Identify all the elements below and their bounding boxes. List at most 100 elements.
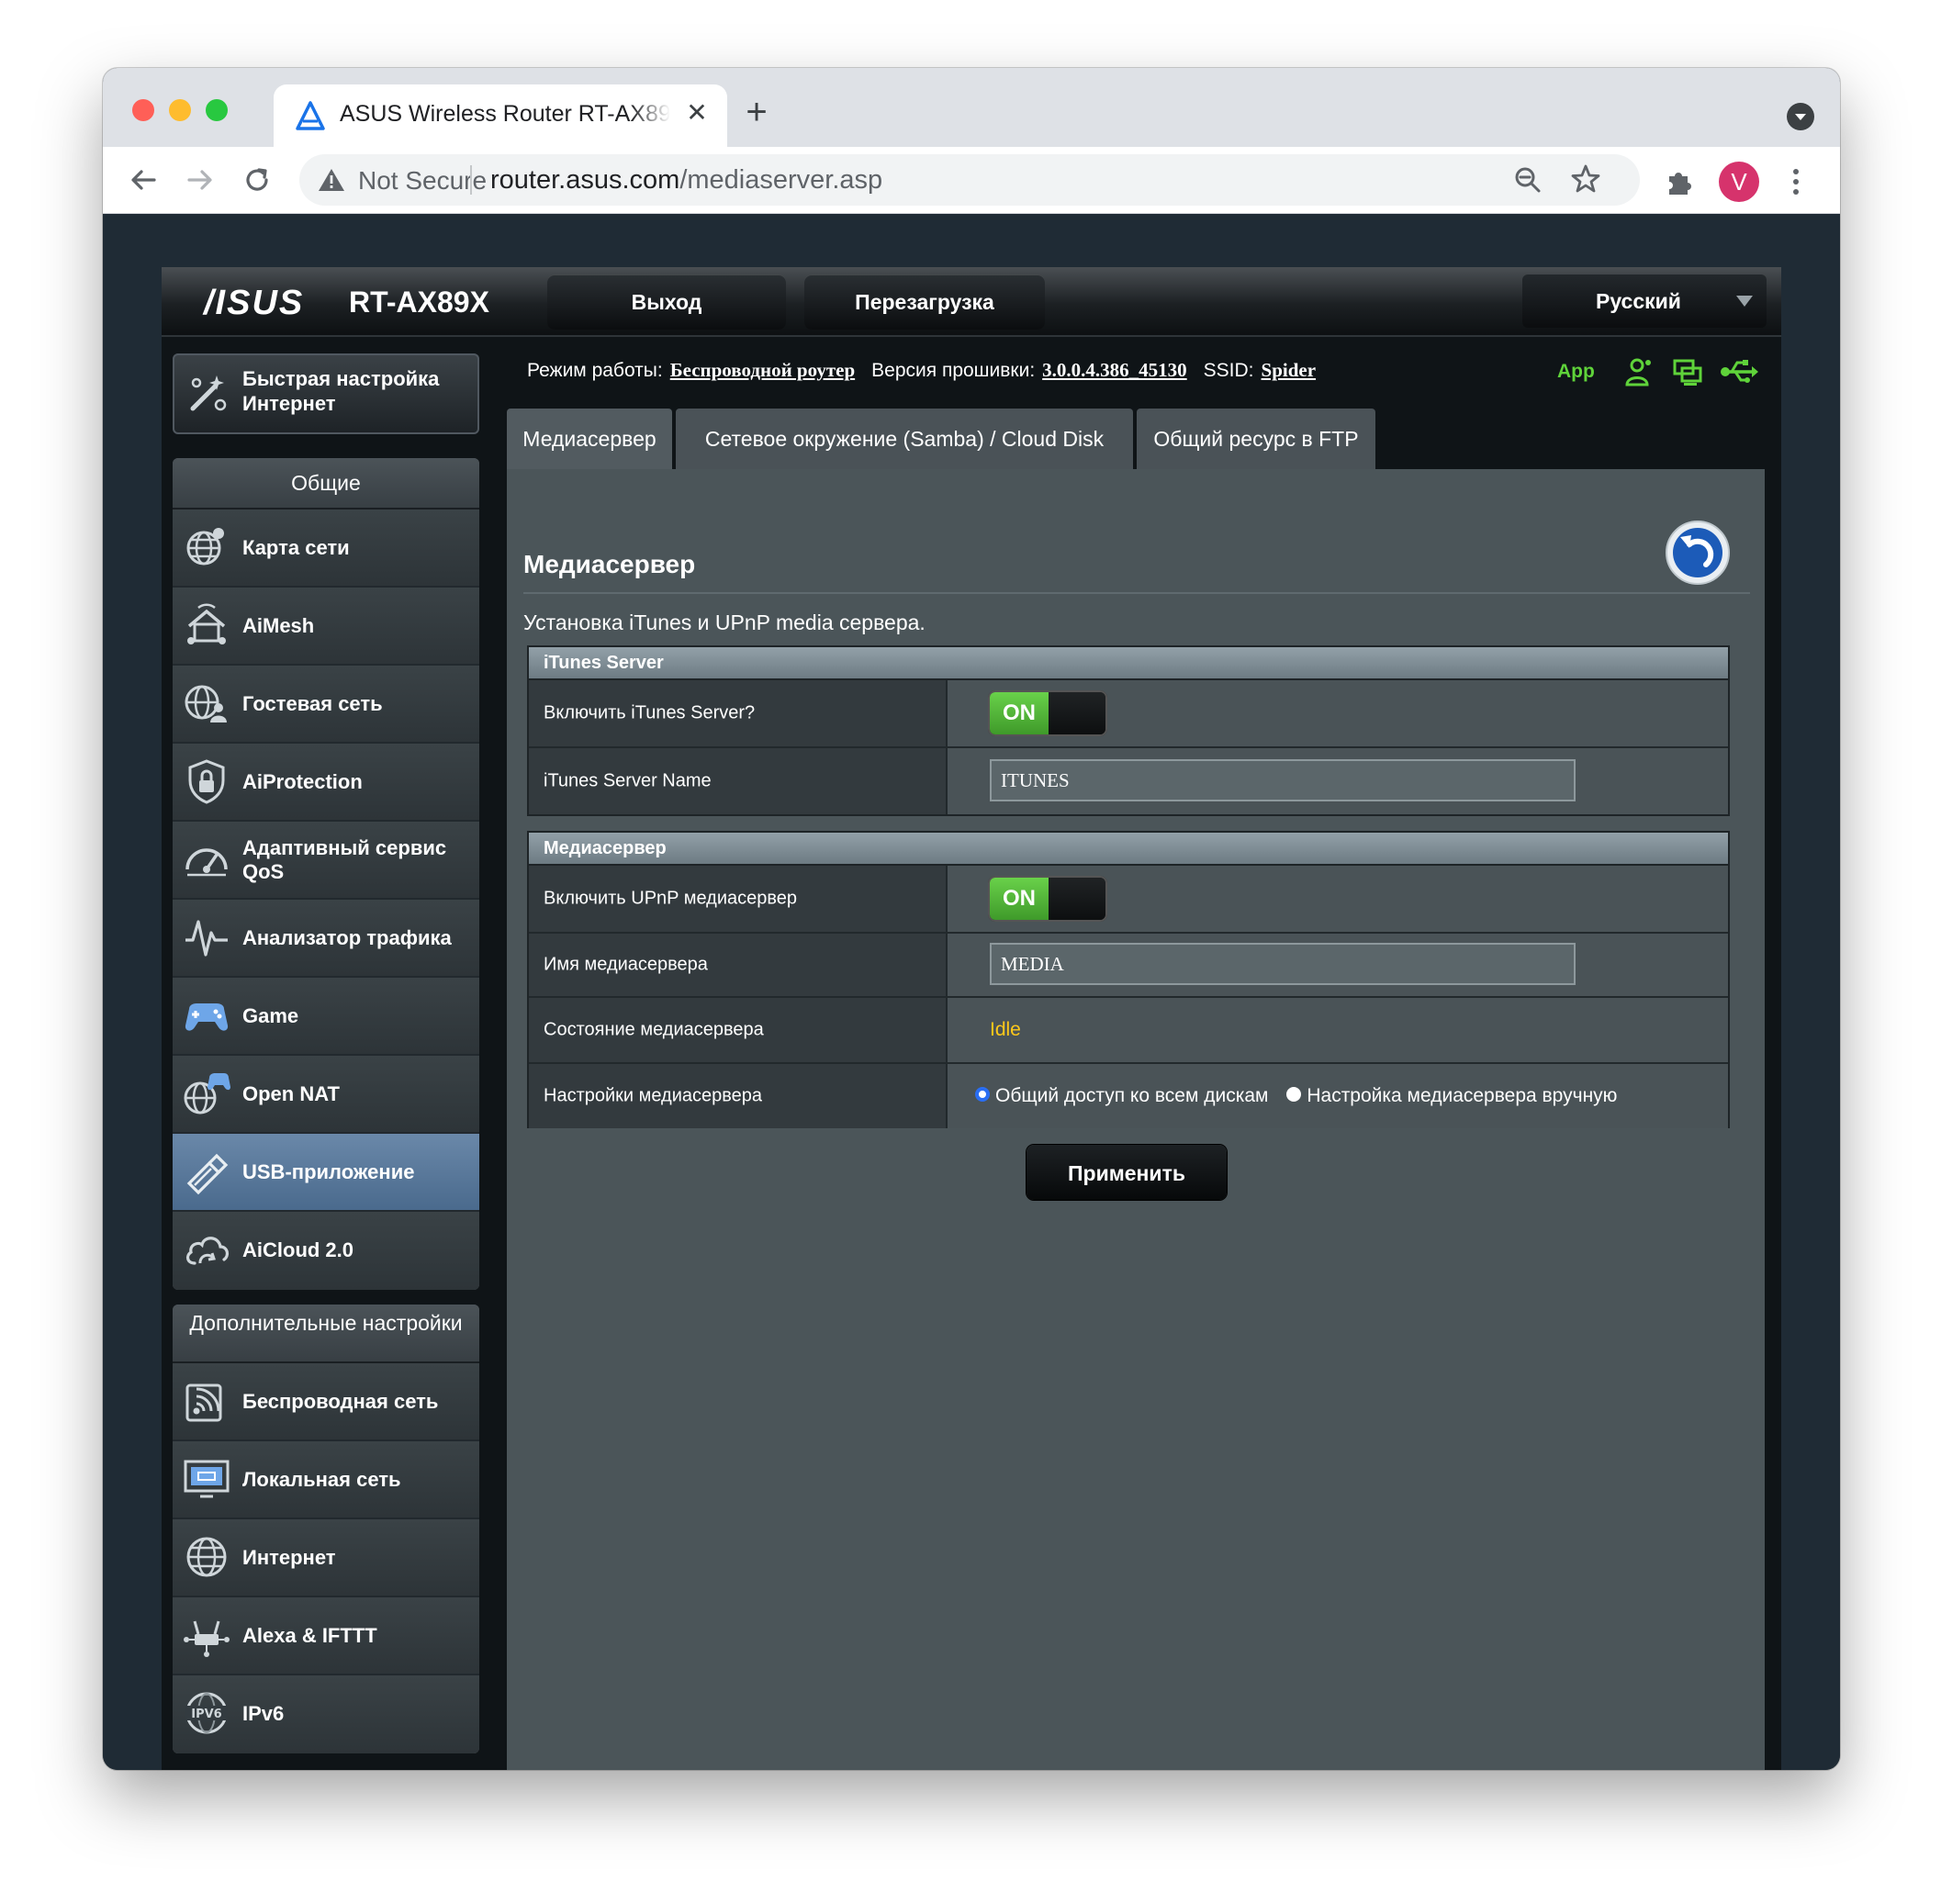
field-label-cell: Состояние медиасервера xyxy=(529,998,948,1062)
ssid-link[interactable]: Spider xyxy=(1262,359,1317,381)
media-server-name-input[interactable] xyxy=(990,943,1576,985)
sidebar-item-aicloud[interactable]: AiCloud 2.0 xyxy=(173,1212,479,1290)
radio-label[interactable]: Общий доступ ко всем дискам xyxy=(995,1085,1269,1106)
browser-window: ASUS Wireless Router RT-AX89X ✕ + Not Se… xyxy=(103,68,1840,1770)
quick-internet-setup[interactable]: Быстрая настройка Интернет xyxy=(173,353,479,434)
warning-triangle-icon xyxy=(319,169,344,191)
table-row: iTunes Server Name xyxy=(529,748,1728,814)
sidebar-item-open-nat[interactable]: Open NAT xyxy=(173,1056,479,1134)
sidebar-item-network-map[interactable]: Карта сети xyxy=(173,510,479,588)
radio-share-all-disks[interactable] xyxy=(975,1087,990,1103)
usb-stick-icon xyxy=(186,1153,229,1195)
field-label: Настройки медиасервера xyxy=(544,1085,763,1106)
ssid-label: SSID: xyxy=(1203,360,1254,381)
radio-label[interactable]: Настройка медиасервера вручную xyxy=(1307,1085,1617,1106)
tab-ftp-share[interactable]: Общий ресурс в FTP xyxy=(1137,409,1375,469)
address-bar[interactable]: Not Secure router.asus.com/mediaserver.a… xyxy=(299,154,1640,206)
not-secure-label[interactable]: Not Secure xyxy=(358,166,487,196)
sidebar-item-aimesh[interactable]: AiMesh xyxy=(173,588,479,666)
radio-manual-setup[interactable] xyxy=(1286,1087,1302,1103)
app-link[interactable]: App xyxy=(1557,361,1595,383)
open-nat-icon xyxy=(184,1073,230,1114)
clients-icon[interactable] xyxy=(1623,355,1656,388)
asus-logo: /ISUS xyxy=(204,284,305,322)
field-value-cell: ON xyxy=(948,680,1728,746)
toggle-state: ON xyxy=(990,878,1049,920)
sidebar-item-wireless[interactable]: Беспроводная сеть xyxy=(173,1363,479,1441)
sidebar-item-label: Адаптивный сервис QoS xyxy=(242,835,447,883)
field-label-cell: Имя медиасервера xyxy=(529,934,948,996)
alexa-router-icon xyxy=(184,1620,230,1657)
field-value-cell xyxy=(948,934,1728,996)
reload-icon[interactable] xyxy=(237,160,277,200)
globe-icon xyxy=(186,1537,227,1577)
bookmark-star-icon[interactable] xyxy=(1570,163,1601,195)
sidebar-item-usb-application[interactable]: USB-приложение xyxy=(173,1134,479,1212)
title-divider xyxy=(523,592,1750,594)
sidebar-item-label: Карта сети xyxy=(242,535,350,559)
sidebar-item-lan[interactable]: Локальная сеть xyxy=(173,1441,479,1519)
sidebar-item-ipv6[interactable]: IPV6 IPv6 xyxy=(173,1675,479,1753)
url-text[interactable]: router.asus.com/mediaserver.asp xyxy=(490,165,882,196)
model-name: RT-AX89X xyxy=(349,286,489,319)
mode-link[interactable]: Беспроводной роутер xyxy=(670,359,855,381)
speedometer-icon xyxy=(185,848,228,877)
sidebar-item-aiprotection[interactable]: AiProtection xyxy=(173,744,479,822)
page-description: Установка iTunes и UPnP media сервера. xyxy=(523,610,926,634)
maximize-window-button[interactable] xyxy=(206,99,228,121)
tab-strip: ASUS Wireless Router RT-AX89X ✕ + xyxy=(103,68,1840,147)
cloud-icon xyxy=(185,1237,230,1265)
media-server-status: Idle xyxy=(990,1019,1021,1040)
close-window-button[interactable] xyxy=(132,99,154,121)
toggle-state: ON xyxy=(990,692,1049,734)
itunes-enable-toggle[interactable]: ON xyxy=(988,690,1107,736)
zoom-out-icon[interactable] xyxy=(1513,165,1543,195)
status-bar: Режим работы: Беспроводной роутер Версия п… xyxy=(527,359,1332,390)
usb-icon[interactable] xyxy=(1719,357,1759,386)
table-row: Состояние медиасервера Idle xyxy=(529,998,1728,1064)
minimize-window-button[interactable] xyxy=(169,99,191,121)
upnp-enable-toggle[interactable]: ON xyxy=(988,876,1107,922)
browser-tab[interactable]: ASUS Wireless Router RT-AX89X ✕ xyxy=(274,84,727,147)
more-vertical-icon[interactable] xyxy=(1787,165,1805,198)
table-row: Включить UPnP медиасервер ON xyxy=(529,866,1728,934)
top-banner: /ISUS RT-AX89X Выход Перезагрузка Русски… xyxy=(162,267,1781,337)
dropdown-arrow-icon xyxy=(1736,296,1753,307)
profile-avatar[interactable]: V xyxy=(1719,162,1759,202)
sidebar-item-label: AiCloud 2.0 xyxy=(242,1238,354,1261)
itunes-server-name-input[interactable] xyxy=(990,759,1576,801)
firmware-link[interactable]: 3.0.0.4.386_45130 xyxy=(1042,359,1187,381)
quick-setup-wand-icon xyxy=(190,375,227,411)
devices-icon[interactable] xyxy=(1671,355,1704,388)
table-header: iTunes Server xyxy=(529,647,1728,680)
sidebar-item-guest-network[interactable]: Гостевая сеть xyxy=(173,666,479,744)
sidebar-item-game[interactable]: Game xyxy=(173,978,479,1056)
language-select[interactable]: Русский xyxy=(1522,274,1767,328)
back-circle-icon[interactable] xyxy=(1664,519,1732,587)
field-label: Имя медиасервера xyxy=(544,954,708,975)
toggle-knob xyxy=(1049,692,1105,734)
router-ui: /ISUS RT-AX89X Выход Перезагрузка Русски… xyxy=(162,267,1781,1770)
back-arrow-icon[interactable] xyxy=(123,160,163,200)
extensions-puzzle-icon[interactable] xyxy=(1664,167,1695,198)
field-label-cell: Включить iTunes Server? xyxy=(529,680,948,746)
field-value-cell: ON xyxy=(948,866,1728,932)
new-tab-icon[interactable]: + xyxy=(736,92,777,132)
sidebar-item-traffic-analyzer[interactable]: Анализатор трафика xyxy=(173,900,479,978)
tab-search-icon[interactable] xyxy=(1787,103,1814,130)
sidebar-item-label: AiMesh xyxy=(242,613,315,637)
ipv6-globe-icon: IPV6 xyxy=(185,1692,228,1734)
tab-close-icon[interactable]: ✕ xyxy=(681,97,712,129)
forward-arrow-icon[interactable] xyxy=(180,160,220,200)
reboot-button[interactable]: Перезагрузка xyxy=(804,274,1045,330)
lan-monitor-icon xyxy=(184,1460,230,1498)
sidebar-item-alexa-ifttt[interactable]: Alexa & IFTTT xyxy=(173,1597,479,1675)
table-row: Имя медиасервера xyxy=(529,934,1728,998)
sidebar-item-wan[interactable]: Интернет xyxy=(173,1519,479,1597)
sidebar-item-qos[interactable]: Адаптивный сервис QoS xyxy=(173,822,479,900)
apply-button[interactable]: Применить xyxy=(1027,1145,1227,1200)
logout-button[interactable]: Выход xyxy=(547,274,786,330)
sidebar-item-label: Интернет xyxy=(242,1545,336,1569)
tab-media-server[interactable]: Медиасервер xyxy=(507,409,672,469)
tab-samba-cloud-disk[interactable]: Сетевое окружение (Samba) / Cloud Disk xyxy=(676,409,1133,469)
